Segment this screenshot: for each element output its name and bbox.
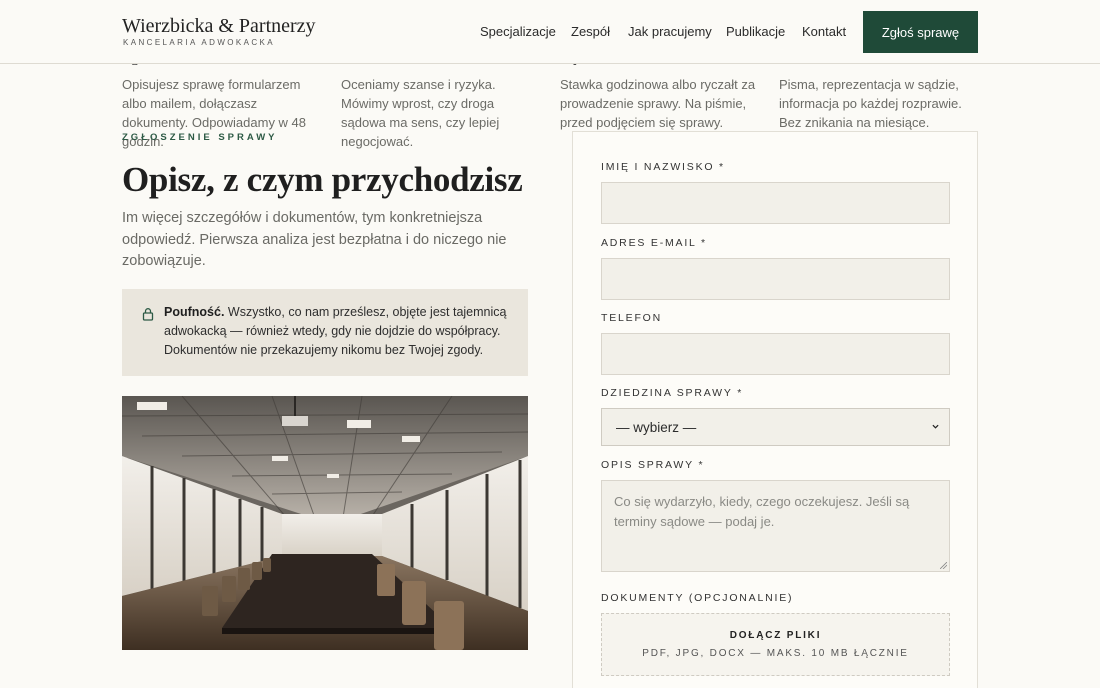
phone-label: TELEFON [601, 312, 663, 324]
page-title: Opisz, z czym przychodzisz [122, 160, 523, 199]
confidentiality-notice: Poufność. Wszystko, co nam prześlesz, ob… [122, 289, 528, 376]
name-input[interactable] [601, 182, 950, 224]
chevron-down-icon [932, 424, 939, 429]
case-form: IMIĘ I NAZWISKO * ADRES E-MAIL * TELEFON… [572, 131, 978, 688]
report-case-button[interactable]: Zgłoś sprawę [863, 11, 978, 53]
resize-handle-icon[interactable] [940, 562, 947, 569]
nav-specjalizacje[interactable]: Specjalizacje [480, 24, 556, 39]
step-text: Oceniamy szanse i ryzyka. Mówimy wprost,… [341, 77, 500, 149]
logo-name[interactable]: Wierzbicka & Partnerzy [122, 15, 316, 38]
lock-icon [142, 308, 154, 321]
step-text: Stawka godzinowa albo ryczałt za prowadz… [560, 77, 756, 130]
description-textarea[interactable]: Co się wydarzyło, kiedy, czego oczekujes… [601, 480, 950, 572]
step-link[interactable]: ZGŁOSZENIE SPRAWY [122, 132, 278, 143]
name-label: IMIĘ I NAZWISKO * [601, 161, 725, 173]
site-header: Wierzbicka & Partnerzy KANCELARIA ADWOKA… [0, 0, 1100, 64]
nav-jak-pracujemy[interactable]: Jak pracujemy [628, 24, 712, 39]
description-placeholder: Co się wydarzyło, kiedy, czego oczekujes… [614, 494, 910, 529]
file-hint: PDF, JPG, DOCX — MAKS. 10 MB ŁĄCZNIE [642, 648, 909, 659]
notice-text: Poufność. Wszystko, co nam prześlesz, ob… [164, 303, 514, 360]
description-label: OPIS SPRAWY * [601, 459, 705, 471]
file-dropzone[interactable]: DOŁĄCZ PLIKI PDF, JPG, DOCX — MAKS. 10 M… [601, 613, 950, 676]
logo-subtitle: KANCELARIA ADWOKACKA [123, 38, 276, 47]
area-label: DZIEDZINA SPRAWY * [601, 387, 744, 399]
nav-zespol[interactable]: Zespół [571, 24, 610, 39]
nav-publikacje[interactable]: Publikacje [726, 24, 785, 39]
phone-input[interactable] [601, 333, 950, 375]
area-select-value: — wybierz — [616, 419, 697, 435]
email-input[interactable] [601, 258, 950, 300]
step-text: Pisma, reprezentacja w sądzie, informacj… [779, 77, 962, 130]
email-label: ADRES E-MAIL * [601, 237, 707, 249]
nav-kontakt[interactable]: Kontakt [802, 24, 846, 39]
notice-strong: Poufność. [164, 305, 225, 319]
lead-text: Im więcej szczegółów i dokumentów, tym k… [122, 210, 507, 269]
documents-label: DOKUMENTY (OPCJONALNIE) [601, 592, 794, 604]
attach-files-button[interactable]: DOŁĄCZ PLIKI [602, 630, 949, 641]
conference-room-photo [122, 396, 528, 650]
area-select[interactable]: — wybierz — [601, 408, 950, 446]
